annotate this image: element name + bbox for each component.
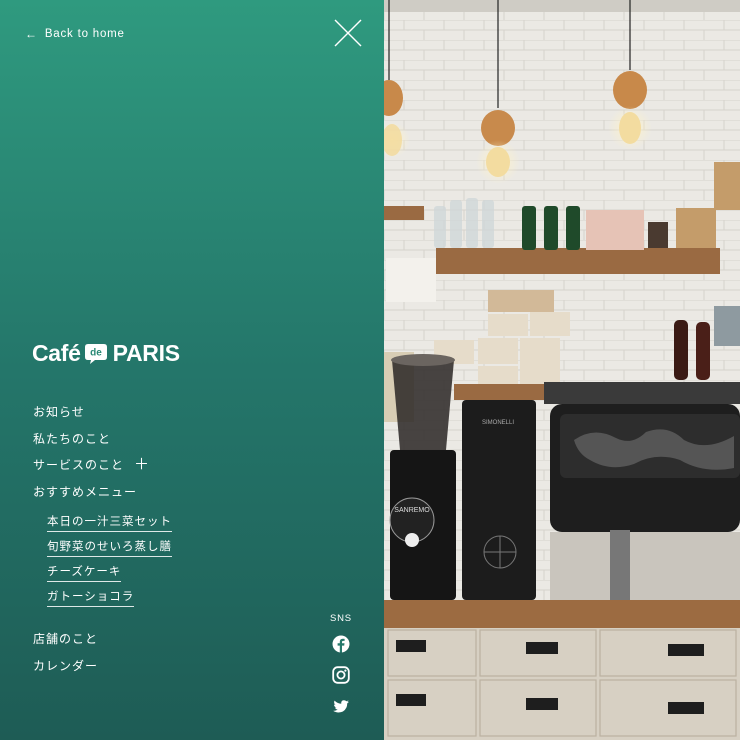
menu-panel: ← Back to home Café de PARIS お知らせ 私たちのこと… [0,0,384,740]
back-to-home-link[interactable]: ← Back to home [25,27,125,41]
espresso-machine [544,382,740,602]
nav-item-label: お知らせ [33,405,85,419]
sub-item-cheesecake[interactable]: チーズケーキ [47,563,122,582]
facebook-icon[interactable] [332,635,350,653]
cafe-counter-photo: SANREMO SIMONELLI [384,0,740,740]
nav-item-news[interactable]: お知らせ [33,403,85,420]
logo-de-text: de [90,347,102,358]
back-to-home-label: Back to home [44,28,125,40]
plus-expand-icon[interactable]: ＋ [134,457,150,472]
nav-item-calendar[interactable]: カレンダー [33,657,98,674]
sns-label: SNS [330,613,352,624]
cafe-de-paris-logo[interactable]: Café de PARIS [32,340,180,367]
nav-item-store[interactable]: 店舗のこと [33,630,98,647]
nav-item-services[interactable]: サービスのこと ＋ [33,456,150,473]
logo-text-paris: PARIS [112,340,180,366]
nav-item-about[interactable]: 私たちのこと [33,430,111,447]
instagram-icon[interactable] [332,666,350,684]
sub-item-daily-set[interactable]: 本日の一汁三菜セット [47,513,172,532]
nav-item-label: サービスのこと [33,458,125,472]
sanremo-grinder: SANREMO [389,354,456,600]
nav-item-label: おすすめメニュー [33,485,138,499]
logo-de-mark: de [84,343,107,364]
nav-item-label: 店舗のこと [33,632,99,646]
twitter-icon[interactable] [332,698,350,716]
close-x-icon[interactable] [333,18,363,48]
nav-item-label: 私たちのこと [33,432,112,446]
logo-text-cafe: Café [32,340,81,366]
back-arrow-icon: ← [25,27,38,41]
simonelli-grinder: SIMONELLI [462,400,536,600]
sub-item-gateau-chocolat[interactable]: ガトーショコラ [47,588,135,607]
nav-item-label: カレンダー [33,659,99,673]
grinder-brand-text: SANREMO [394,507,430,514]
grinder2-brand-text: SIMONELLI [482,420,514,426]
sub-item-steamed-vegetables[interactable]: 旬野菜のせいろ蒸し膳 [47,538,172,557]
cafe-counter-illustration: SANREMO SIMONELLI [384,0,740,740]
nav-item-recommended-menu[interactable]: おすすめメニュー [33,483,137,500]
